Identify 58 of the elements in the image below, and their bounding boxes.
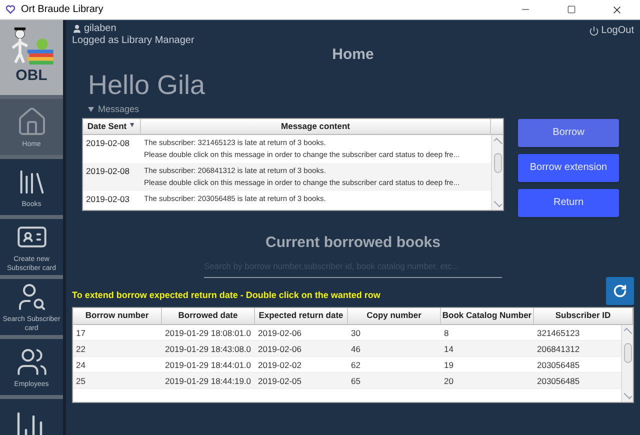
column-header[interactable]: Subscriber ID [534, 308, 633, 324]
table-cell-text: 17 [75, 326, 86, 340]
table-cell-text: 2019-02-02 [257, 358, 302, 372]
table-cell-text: 62 [350, 358, 362, 372]
table-cell-text: 65 [350, 374, 362, 388]
user-icon [72, 24, 82, 34]
table-cell-text: 22 [75, 342, 86, 356]
date-cell-text: 2019-02-08 [85, 137, 130, 150]
messages-scrollbar[interactable] [491, 135, 503, 210]
table-cell-text: 203056485 [536, 374, 581, 388]
table-cell-text: 8 [443, 326, 450, 340]
column-header[interactable]: Borrow number [73, 308, 162, 324]
table-scrollbar[interactable] [621, 324, 633, 402]
action-button[interactable]: Borrow extension [518, 154, 619, 182]
expand-arrow-icon [88, 106, 94, 112]
date-cell-text: 2019-02-08 [85, 165, 130, 178]
action-button[interactable]: Borrow [518, 118, 619, 146]
heart-logo-icon [6, 5, 15, 14]
page-title: Home [332, 45, 374, 65]
column-header[interactable]: Book Catalog Number [441, 308, 534, 324]
refresh-button[interactable] [606, 276, 634, 305]
power-icon [589, 26, 600, 36]
table-cell-text: 14 [443, 342, 454, 356]
table-cell-text: 2019-01-29 18:43:08.0 [164, 342, 252, 356]
table-cell-text: 206841312 [536, 342, 581, 356]
column-header[interactable]: Copy number [348, 308, 441, 324]
username: gilaben [84, 23, 116, 35]
table-cell-text: 203056485 [536, 358, 581, 372]
table-cell-text: 30 [350, 326, 362, 340]
column-header[interactable]: Message content [141, 119, 491, 134]
table-row[interactable]: 22 2019-01-29 18:43:08.0 2019-02-06 46 14 206841312 [73, 340, 621, 357]
greeting: Hello Gila [88, 68, 206, 100]
column-header[interactable]: Borrowed date [162, 308, 255, 324]
refresh-icon [613, 284, 627, 298]
instruction-text: To extend borrow expected return date - Double click on the wanted row [72, 289, 380, 302]
table-cell-text: 2019-01-29 18:44:01.0 [164, 358, 252, 372]
section-title: Current borrowed books [265, 232, 440, 252]
brand-name: OBL [16, 68, 48, 83]
table-cell-text: 46 [350, 342, 362, 356]
table-row[interactable]: 25 2019-01-29 18:44:19.0 2019-02-05 65 20 203056485 [73, 372, 621, 389]
action-button[interactable]: Return [518, 188, 619, 216]
table-cell-text: 24 [75, 358, 86, 372]
table-cell-text: 2019-02-06 [257, 342, 302, 356]
logout-button[interactable]: LogOut [589, 23, 634, 38]
table-cell-text: 321465123 [536, 326, 581, 340]
maximize-icon [566, 5, 576, 14]
column-header[interactable]: Expected return date [255, 308, 348, 324]
messages-toggle[interactable]: Messages [88, 102, 504, 116]
table-cell-text: 25 [75, 374, 86, 388]
table-cell-text: 20 [443, 374, 454, 388]
role-text: Logged as Library Manager [72, 35, 194, 47]
table-cell-text: 19 [443, 358, 454, 372]
window-title: Ort Braude Library [21, 3, 104, 17]
date-cell-text: 2019-02-03 [85, 193, 130, 206]
table-cell-text: 2019-01-29 18:44:19.0 [164, 374, 252, 388]
table-cell-text: 2019-02-06 [257, 326, 302, 340]
table-cell-text: 2019-01-29 18:08:01.0 [164, 326, 252, 340]
table-cell-text: 2019-02-05 [257, 374, 302, 388]
